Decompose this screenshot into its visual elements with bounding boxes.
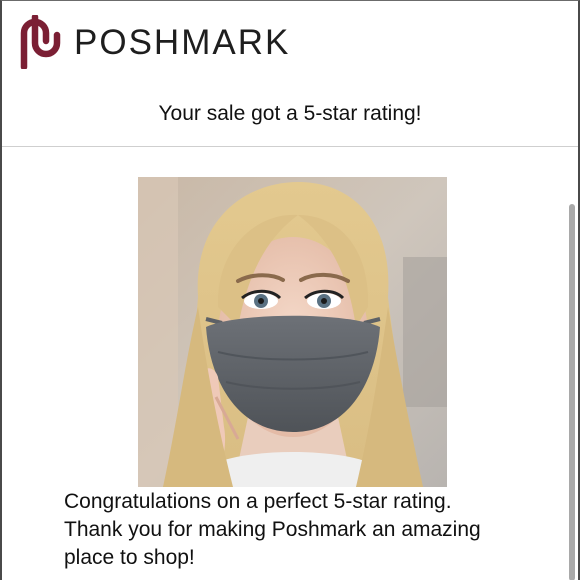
poshmark-logo-icon (20, 15, 61, 69)
message-line: Thank you for making Poshmark an amazing (64, 518, 481, 541)
message-line: place to shop! (64, 546, 195, 569)
product-photo[interactable] (138, 177, 447, 487)
brand-name: POSHMARK (74, 22, 291, 62)
email-view: POSHMARK Your sale got a 5-star rating! (0, 0, 580, 580)
face-mask-photo-illustration (138, 177, 447, 487)
rating-message: Congratulations on a perfect 5-star rati… (64, 488, 534, 572)
message-line: Congratulations on a perfect 5-star rati… (64, 490, 452, 513)
email-headline: Your sale got a 5-star rating! (158, 102, 422, 125)
brand-lockup[interactable]: POSHMARK (18, 15, 290, 69)
email-header: POSHMARK Your sale got a 5-star rating! (2, 1, 578, 147)
scrollbar-thumb[interactable] (569, 204, 575, 580)
